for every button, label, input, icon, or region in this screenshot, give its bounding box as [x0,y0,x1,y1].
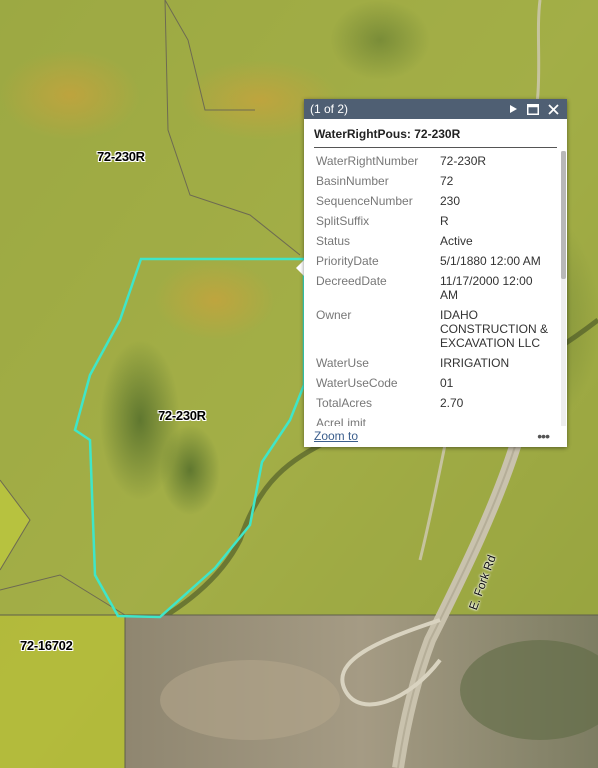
attribute-value: 5/1/1880 12:00 AM [440,254,541,268]
attribute-value: 11/17/2000 12:00 AM [440,274,533,302]
attribute-row: TotalAcres 2.70 [314,393,554,413]
attribute-value: IRRIGATION [440,356,510,370]
attribute-row: SequenceNumber 230 [314,191,554,211]
attribute-row: Status Active [314,231,554,251]
attribute-row: PriorityDate 5/1/1880 12:00 AM [314,251,554,271]
attribute-row: Owner IDAHO CONSTRUCTION & EXCAVATION LLC [314,305,554,353]
terrain-patch [330,0,430,80]
attribute-key: BasinNumber [316,174,389,188]
terrain-patch [160,660,340,740]
attribute-key: AcreLimit [316,416,367,426]
next-icon[interactable] [505,101,521,117]
attribute-row: WaterUseCode 01 [314,373,554,393]
attribute-key: SplitSuffix [316,214,370,228]
popup-pager: (1 of 2) [310,102,349,116]
attribute-value: 72 [440,174,454,188]
popup-scrollbar[interactable] [561,151,566,426]
close-icon[interactable] [545,101,561,117]
feature-popup: (1 of 2) WaterRightPous: 72-230R WaterRi… [304,99,567,447]
terrain-patch [160,425,220,515]
attribute-table: WaterRightNumber 72-230R BasinNumber 72 Sequ… [314,151,554,426]
zoom-to-link[interactable]: Zoom to [314,429,358,443]
attribute-row: BasinNumber 72 [314,171,554,191]
more-icon[interactable]: ••• [537,428,550,444]
popup-header: (1 of 2) [304,99,567,119]
attribute-row: SplitSuffix R [314,211,554,231]
scrollbar-thumb[interactable] [561,151,566,279]
parcel-label: 72-16702 [20,638,73,653]
parcel-label: 72-230R [97,149,145,164]
attribute-value: 230 [440,194,461,208]
attribute-key: TotalAcres [316,396,373,410]
attribute-value: 2.70 [440,396,464,410]
popup-attributes[interactable]: WaterRightNumber 72-230R BasinNumber 72 Sequ… [304,151,560,426]
attribute-key: PriorityDate [316,254,379,268]
attribute-value: R [440,214,449,228]
attribute-value: 72-230R [440,154,487,168]
popup-footer: Zoom to ••• [304,426,567,447]
attribute-key: SequenceNumber [316,194,413,208]
attribute-value: Active [440,234,473,248]
parcel-label: 72-230R [158,408,206,423]
attribute-row: AcreLimit [314,413,554,426]
attribute-key: Status [316,234,351,248]
attribute-key: WaterUse [316,356,369,370]
attribute-key: Owner [316,308,352,322]
attribute-row: WaterUse IRRIGATION [314,353,554,373]
attribute-row: DecreedDate 11/17/2000 12:00 AM [314,271,554,305]
maximize-icon[interactable] [525,101,541,117]
attribute-value: IDAHO CONSTRUCTION & EXCAVATION LLC [440,308,548,350]
attribute-value [438,413,554,426]
attribute-key: WaterUseCode [316,376,398,390]
attribute-value: 01 [440,376,454,390]
popup-title: WaterRightPous: 72-230R [314,127,557,148]
terrain-patch [0,50,140,140]
attribute-key: WaterRightNumber [316,154,419,168]
attribute-key: DecreedDate [316,274,387,288]
attribute-row: WaterRightNumber 72-230R [314,151,554,171]
terrain-patch [155,260,275,340]
